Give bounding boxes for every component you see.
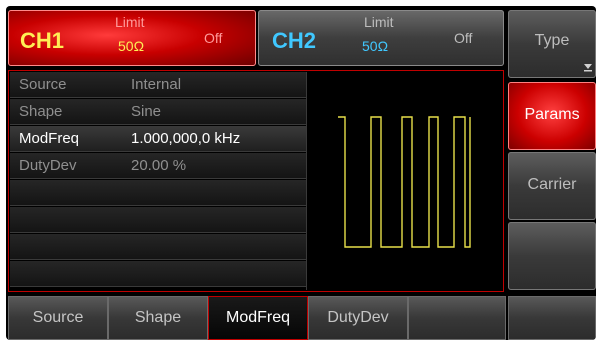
softkey-label: ModFreq xyxy=(225,309,291,326)
softkey-label: Shape xyxy=(134,309,182,326)
softkey-dutydev[interactable]: DutyDev xyxy=(308,296,408,340)
param-row-empty xyxy=(10,180,306,206)
param-value: Sine xyxy=(131,103,162,120)
param-value: 20.00 % xyxy=(131,157,187,174)
param-row-source[interactable]: Source Internal xyxy=(10,72,306,98)
ch2-status-panel[interactable]: CH2 Limit 50Ω Off xyxy=(258,10,504,66)
softkey-shape[interactable]: Shape xyxy=(108,296,208,340)
param-row-empty xyxy=(10,207,306,233)
param-label: Shape xyxy=(19,103,63,120)
waveform-preview xyxy=(338,116,471,248)
ch2-output-state: Off xyxy=(454,30,473,46)
type-button[interactable]: Type xyxy=(508,10,596,78)
param-row-empty xyxy=(10,261,306,287)
ch1-impedance: 50Ω xyxy=(118,38,145,54)
pwm-waveform-trace xyxy=(338,116,471,248)
type-button-label: Type xyxy=(534,32,570,49)
param-label: ModFreq xyxy=(19,130,80,147)
ch2-impedance: 50Ω xyxy=(362,38,389,54)
ch1-name: CH1 xyxy=(20,28,65,53)
softkey-modfreq[interactable]: ModFreq xyxy=(208,296,308,340)
generator-screen: CH1 Limit 50Ω Off CH2 Limit 50Ω Off Sour… xyxy=(6,6,596,340)
softkey-source[interactable]: Source xyxy=(8,296,108,340)
param-row-modfreq[interactable]: ModFreq 1.000,000,0 kHz xyxy=(10,126,306,152)
softkey-empty[interactable] xyxy=(408,296,506,340)
param-row-dutydev[interactable]: DutyDev 20.00 % xyxy=(10,153,306,179)
params-panel: Source Internal Shape Sine ModFreq 1.000… xyxy=(8,70,504,292)
softkey-label: Source xyxy=(32,309,84,326)
param-row-shape[interactable]: Shape Sine xyxy=(10,99,306,125)
param-row-empty xyxy=(10,234,306,260)
carrier-button[interactable]: Carrier xyxy=(508,152,596,220)
params-button-label: Params xyxy=(524,106,580,123)
param-value: 1.000,000,0 kHz xyxy=(131,130,241,147)
arrow-down-icon xyxy=(584,64,592,72)
softkey-label: DutyDev xyxy=(327,309,389,326)
softkey-empty[interactable] xyxy=(508,296,596,340)
ch1-status-panel[interactable]: CH1 Limit 50Ω Off xyxy=(8,10,256,66)
panel-divider xyxy=(306,72,307,290)
param-label: Source xyxy=(19,76,67,93)
ch2-name: CH2 xyxy=(272,28,317,53)
ch1-limit-label: Limit xyxy=(115,14,145,30)
carrier-button-label: Carrier xyxy=(527,176,577,193)
param-label: DutyDev xyxy=(19,157,77,174)
ch1-output-state: Off xyxy=(204,30,223,46)
params-button[interactable]: Params xyxy=(508,82,596,150)
param-value: Internal xyxy=(131,76,182,93)
side-menu-empty-button[interactable] xyxy=(508,222,596,290)
ch2-limit-label: Limit xyxy=(364,14,394,30)
